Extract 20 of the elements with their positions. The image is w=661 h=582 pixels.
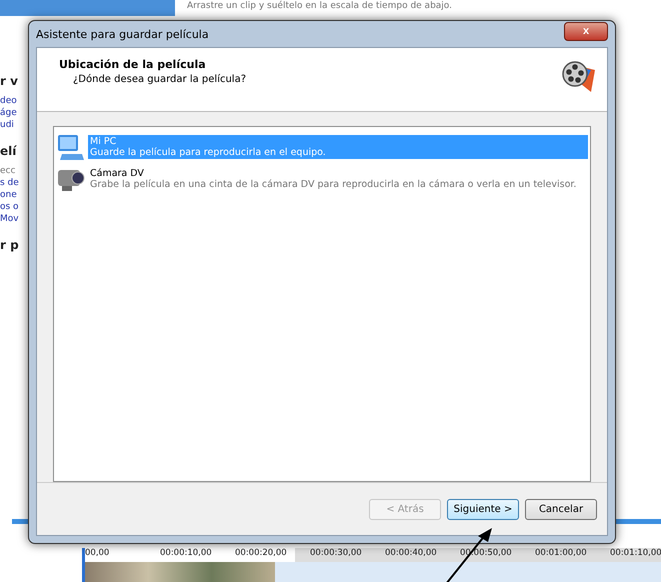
- header-subtitle: ¿Dónde desea guardar la película?: [73, 74, 246, 85]
- time-label: 00,00: [85, 548, 110, 560]
- location-option[interactable]: Cámara DV Grabe la película en una cinta de la cámara DV para reproducirla en la cámara o verla en un televisor.: [88, 167, 588, 191]
- time-label: 00:00:10,00: [160, 548, 213, 560]
- video-clip-thumbnail[interactable]: [85, 562, 275, 582]
- time-label: 00:00:30,00: [310, 548, 363, 560]
- window-title: Asistente para guardar película: [36, 28, 209, 40]
- time-label: 00:00:20,00: [235, 548, 288, 560]
- time-label: 00:01:00,00: [535, 548, 588, 560]
- time-label: 00:01:10,00: [610, 548, 661, 560]
- time-label: 00:00:40,00: [385, 548, 438, 560]
- sidebar-text: ecc: [0, 166, 16, 176]
- hint-text: Arrastre un clip y suéltelo en la escala de tiempo de abajo.: [187, 1, 452, 12]
- section-heading: elí: [0, 144, 18, 158]
- computer-icon: [56, 132, 86, 162]
- wizard-button[interactable]: Siguiente >: [447, 498, 519, 520]
- header-title: Ubicación de la película: [59, 58, 207, 71]
- wizard-button[interactable]: Cancelar: [525, 498, 597, 520]
- section-heading: r v: [0, 74, 19, 88]
- section-heading: r p: [0, 238, 20, 252]
